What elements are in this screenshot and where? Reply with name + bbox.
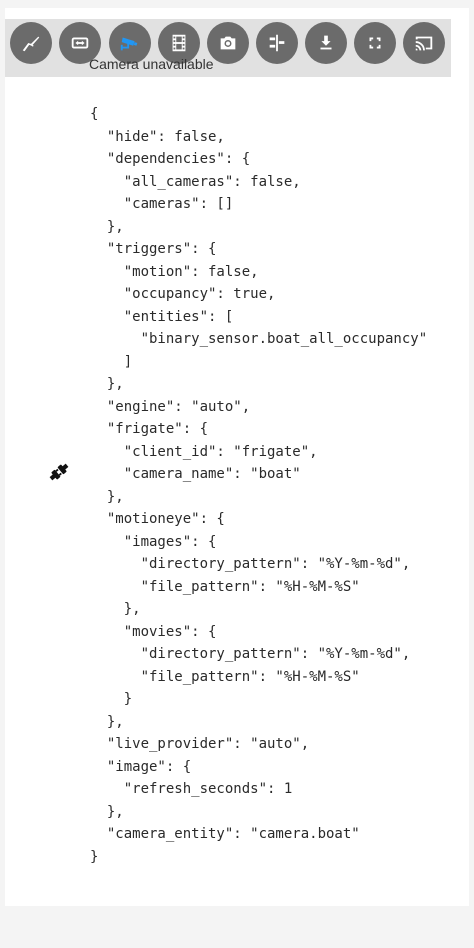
frigate-menu-button[interactable] [10, 22, 52, 64]
camera-unavailable-message: Camera unavailable [89, 56, 214, 72]
timeline-icon [269, 34, 285, 52]
download-button[interactable] [305, 22, 347, 64]
frigate-logo-icon [22, 36, 40, 52]
download-icon [320, 35, 332, 50]
cctv-icon [120, 37, 138, 51]
cast-button[interactable] [403, 22, 445, 64]
fullscreen-icon [369, 37, 381, 49]
cast-icon [415, 36, 433, 51]
camera-icon [220, 36, 236, 50]
error-indicator [45, 458, 73, 486]
filmstrip-icon [172, 34, 186, 52]
swap-horizontal-icon [71, 37, 89, 49]
camera-config-json: { "hide": false, "dependencies": { "all_… [90, 106, 428, 865]
fullscreen-button[interactable] [354, 22, 396, 64]
timeline-button[interactable] [256, 22, 298, 64]
camera-card: Camera unavailable { "hide": false, "dep… [5, 8, 469, 906]
menu-toolbar [5, 19, 451, 77]
plug-disconnected-icon [49, 463, 69, 481]
